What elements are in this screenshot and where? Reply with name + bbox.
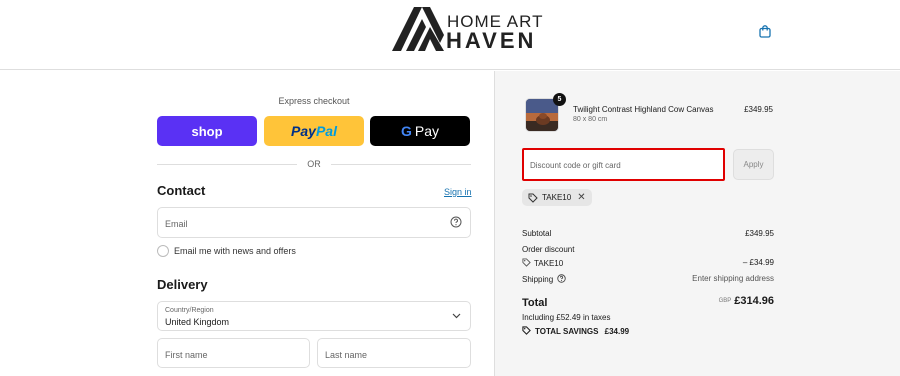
google-g-icon: G	[400, 123, 412, 139]
subtotal-row: Subtotal £349.95	[522, 229, 774, 238]
tag-icon	[522, 258, 531, 267]
total-row: Total GBP £314.96	[522, 295, 774, 309]
shipping-value: Enter shipping address	[692, 274, 774, 283]
divider-line-right	[331, 164, 471, 165]
help-circle-icon[interactable]	[557, 274, 567, 283]
order-discount-row: Order discount	[522, 245, 774, 254]
express-checkout-title: Express checkout	[278, 96, 350, 106]
product-name: Twilight Contrast Highland Cow Canvas	[573, 105, 714, 114]
discount-code-label: TAKE10	[534, 259, 564, 268]
contact-heading: Contact	[157, 183, 206, 198]
store-logo[interactable]: HOME ART HAVEN	[392, 6, 542, 54]
total-savings-row: TOTAL SAVINGS £34.99	[522, 326, 774, 336]
savings-value: £34.99	[604, 327, 630, 336]
email-field[interactable]: Email	[157, 207, 471, 238]
quantity-badge: 5	[553, 93, 566, 106]
checkout-form-panel: Express checkout shop Pay Pal G Pay OR Co…	[0, 71, 494, 376]
logo-text-line2: HAVEN	[446, 28, 537, 53]
delivery-heading: Delivery	[157, 277, 208, 292]
savings-label: TOTAL SAVINGS	[535, 327, 599, 336]
country-select[interactable]: Country/Region United Kingdom	[157, 301, 471, 331]
shop-pay-button[interactable]: shop	[157, 116, 257, 146]
newsletter-label: Email me with news and offers	[174, 246, 296, 256]
newsletter-option[interactable]: Email me with news and offers	[157, 244, 296, 258]
paypal-button[interactable]: Pay Pal	[264, 116, 364, 146]
shop-pay-label: shop	[191, 123, 223, 139]
country-label: Country/Region	[165, 307, 214, 314]
last-name-field[interactable]: Last name	[317, 338, 471, 368]
or-divider: OR	[157, 158, 471, 170]
subtotal-value: £349.95	[745, 229, 774, 238]
applied-code-label: TAKE10	[542, 193, 572, 202]
logo-mark-icon	[392, 7, 444, 51]
total-currency: GBP	[718, 298, 732, 304]
help-circle-icon[interactable]	[450, 216, 462, 228]
product-variant: 80 x 80 cm	[573, 116, 608, 123]
google-pay-button[interactable]: G Pay	[370, 116, 470, 146]
newsletter-checkbox[interactable]	[157, 245, 169, 257]
apply-discount-button[interactable]: Apply	[733, 149, 774, 180]
tax-note: Including £52.49 in taxes	[522, 313, 611, 322]
chevron-down-icon	[452, 313, 461, 319]
discount-code-row: TAKE10 – £34.99	[522, 258, 774, 268]
total-amount: GBP £314.96	[719, 295, 774, 307]
order-summary-panel: 5 Twilight Contrast Highland Cow Canvas …	[494, 71, 900, 376]
header: HOME ART HAVEN	[0, 0, 900, 70]
tag-icon	[522, 326, 531, 335]
discount-value: – £34.99	[742, 258, 774, 267]
shipping-label: Shipping	[522, 275, 554, 284]
total-value: £314.96	[734, 295, 774, 307]
first-name-placeholder: First name	[165, 350, 208, 360]
country-value: United Kingdom	[165, 317, 230, 327]
sign-in-link[interactable]: Sign in	[444, 187, 472, 197]
discount-code-input[interactable]: Discount code or gift card	[522, 148, 725, 181]
subtotal-label: Subtotal	[522, 229, 552, 238]
google-pay-label: Pay	[414, 123, 439, 139]
shipping-row: Shipping Enter shipping address	[522, 274, 774, 284]
total-label: Total	[522, 297, 548, 309]
paypal-label-part1: Pay	[291, 123, 316, 139]
remove-discount-icon[interactable]: ✕	[577, 192, 585, 203]
applied-discount-tag: TAKE10 ✕	[522, 189, 592, 206]
shopping-bag-icon[interactable]	[759, 25, 771, 43]
last-name-placeholder: Last name	[325, 350, 368, 360]
order-discount-label: Order discount	[522, 245, 575, 254]
tag-icon	[528, 193, 538, 203]
discount-placeholder: Discount code or gift card	[530, 161, 621, 170]
product-price: £349.95	[744, 105, 773, 114]
paypal-label-part2: Pal	[315, 123, 337, 139]
first-name-field[interactable]: First name	[157, 338, 310, 368]
email-placeholder: Email	[165, 219, 188, 229]
